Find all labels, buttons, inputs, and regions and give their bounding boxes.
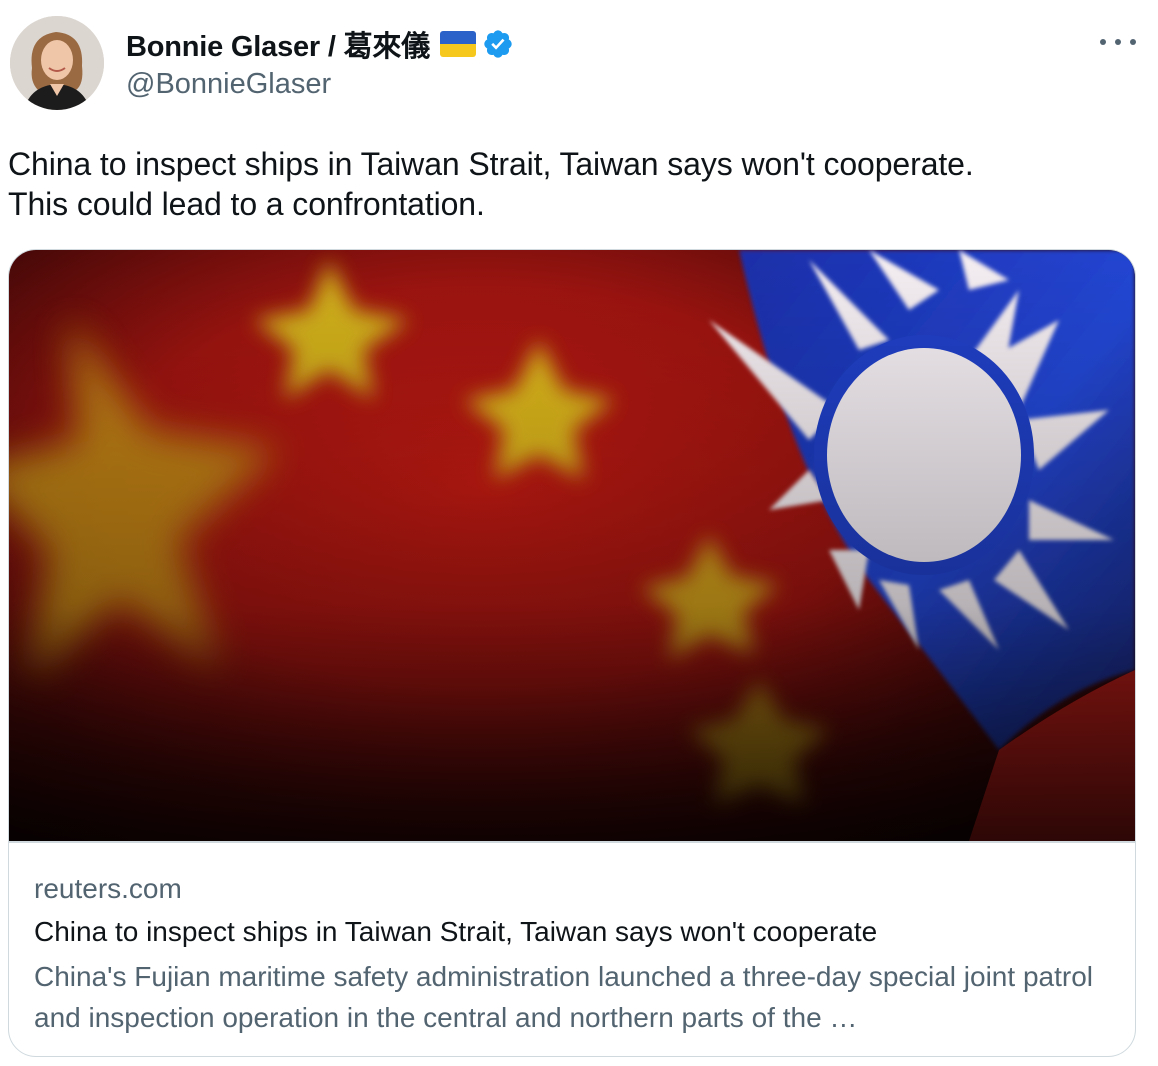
verified-badge-icon[interactable] — [482, 28, 514, 60]
link-card-description: China's Fujian maritime safety administr… — [34, 961, 1093, 1033]
china-and-taiwan-flags-photo — [9, 250, 1135, 841]
link-card-image[interactable] — [9, 250, 1135, 841]
avatar[interactable] — [10, 16, 104, 110]
link-card-title: China to inspect ships in Taiwan Strait,… — [34, 916, 878, 947]
name-row: Bonnie Glaser / 葛來儀 — [126, 24, 514, 64]
tweet: Bonnie Glaser / 葛來儀 @BonnieGlaser China … — [0, 0, 1158, 1066]
ukraine-flag-icon — [440, 31, 476, 57]
avatar-photo — [10, 16, 104, 110]
link-card-domain: reuters.com — [34, 873, 182, 904]
link-card[interactable]: reuters.com China to inspect ships in Ta… — [8, 249, 1136, 1057]
more-options-icon[interactable] — [1100, 30, 1136, 54]
author-display-name[interactable]: Bonnie Glaser / 葛來儀 — [126, 23, 430, 65]
link-card-divider — [9, 841, 1135, 843]
tweet-text: China to inspect ships in Taiwan Strait,… — [8, 146, 974, 222]
author-handle[interactable]: @BonnieGlaser — [126, 64, 514, 104]
author-block: Bonnie Glaser / 葛來儀 @BonnieGlaser — [126, 24, 514, 104]
